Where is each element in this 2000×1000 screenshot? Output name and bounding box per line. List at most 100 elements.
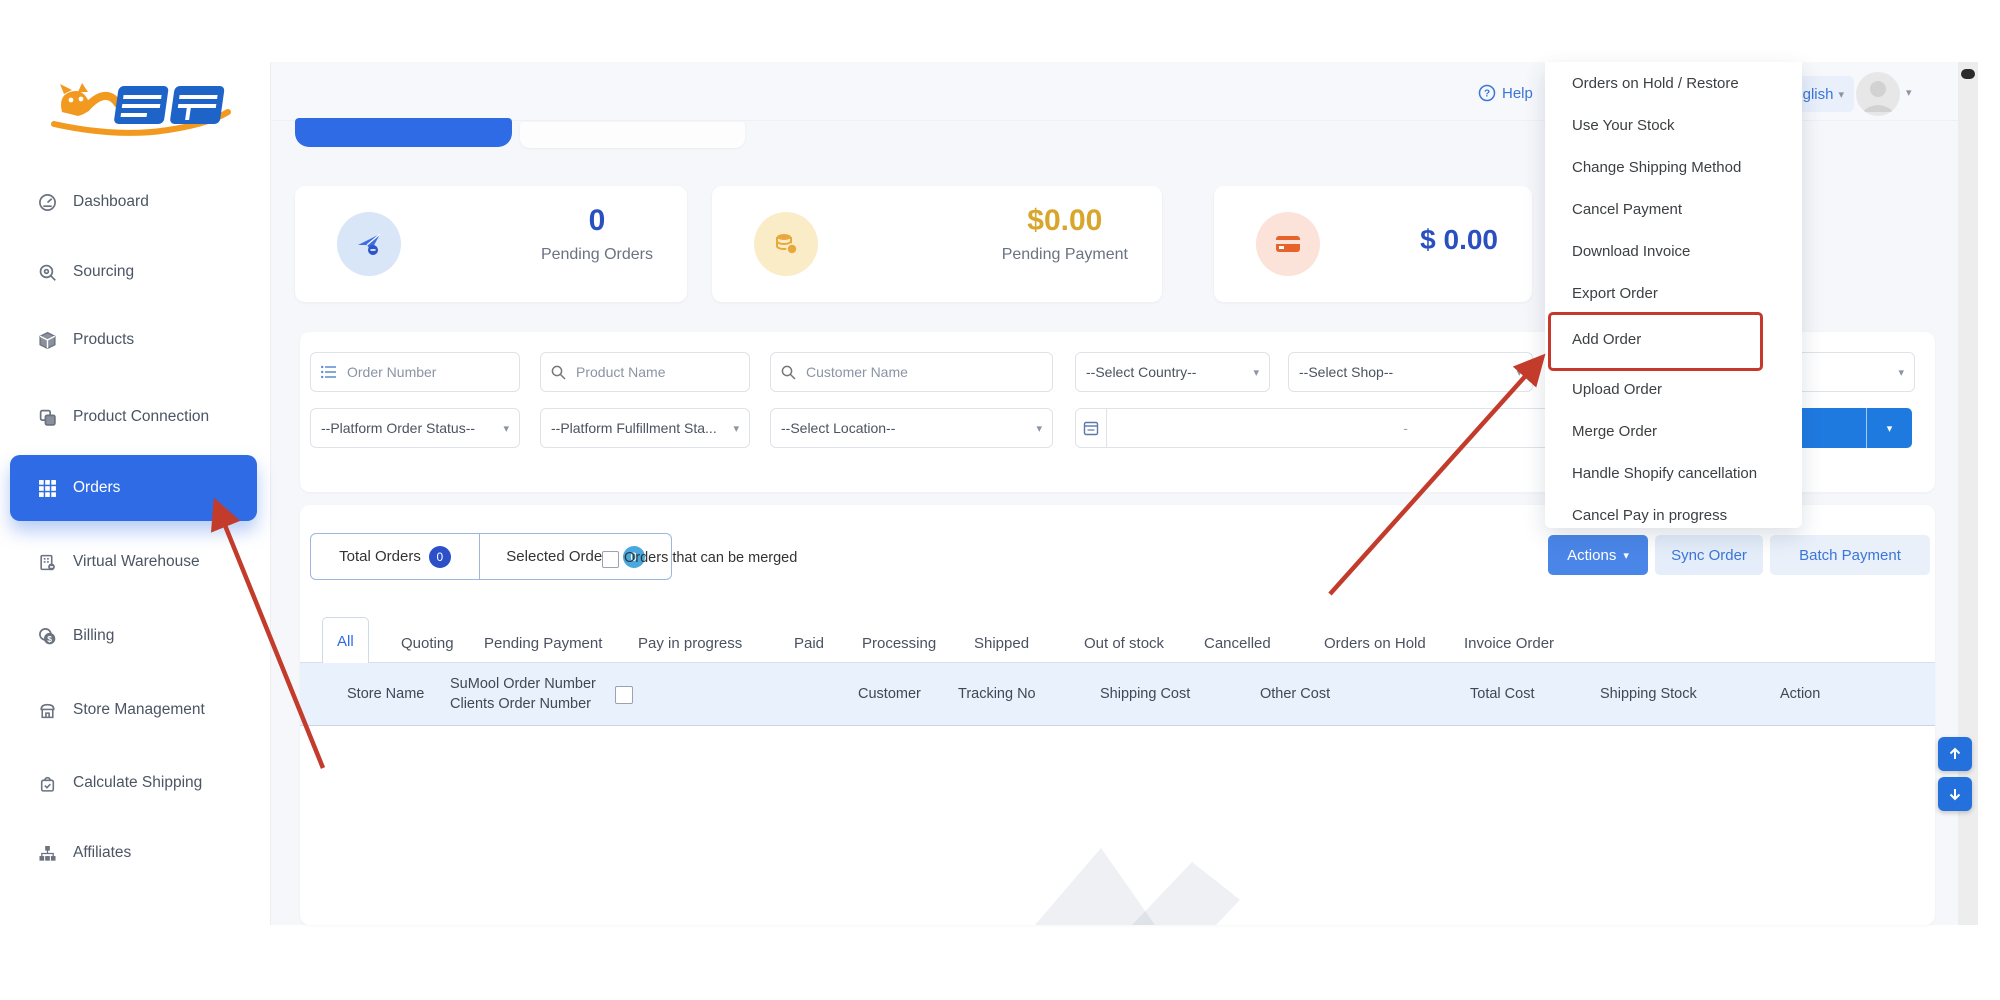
date-start-input[interactable] <box>1115 419 1395 437</box>
sidebar-item-affiliates[interactable]: Affiliates <box>0 831 270 875</box>
sync-order-button[interactable]: Sync Order <box>1655 535 1763 575</box>
order-number-field[interactable] <box>310 352 520 392</box>
partial-blue-tab[interactable] <box>295 118 512 147</box>
menu-item-cancel-payment[interactable]: Cancel Payment <box>1545 188 1802 230</box>
tab-label: Invoice Order <box>1464 635 1554 652</box>
arrow-down-icon <box>1948 787 1962 801</box>
total-orders-count-badge: 0 <box>429 546 451 568</box>
merge-orders-checkbox[interactable] <box>602 551 619 568</box>
menu-item-handle-shopify-cancellation[interactable]: Handle Shopify cancellation <box>1545 452 1802 494</box>
country-select[interactable]: --Select Country-- <box>1075 352 1270 392</box>
sidebar-item-billing[interactable]: $ Billing <box>0 614 270 658</box>
menu-item-change-shipping-method[interactable]: Change Shipping Method <box>1545 146 1802 188</box>
help-label: Help <box>1502 85 1533 102</box>
select-all-checkbox[interactable] <box>615 686 633 704</box>
menu-item-upload-order[interactable]: Upload Order <box>1545 368 1802 410</box>
scrollbar-thumb[interactable] <box>1961 69 1975 79</box>
tab-invoice-order[interactable]: Invoice Order <box>1458 624 1560 663</box>
tab-label: Pending Payment <box>484 635 602 652</box>
paper-plane-icon <box>337 212 401 276</box>
chevron-down-icon <box>503 422 509 435</box>
location-select-value: --Select Location-- <box>781 420 895 436</box>
sidebar-item-dashboard[interactable]: Dashboard <box>0 180 270 224</box>
menu-item-use-your-stock[interactable]: Use Your Stock <box>1545 104 1802 146</box>
sourcing-icon <box>38 263 57 282</box>
merge-orders-label: Orders that can be merged <box>624 550 797 566</box>
help-link[interactable]: ? Help <box>1478 84 1533 102</box>
actions-button[interactable]: Actions <box>1548 535 1648 575</box>
customer-name-field[interactable] <box>770 352 1053 392</box>
customer-name-input[interactable] <box>804 363 1042 381</box>
total-orders-label: Total Orders <box>339 548 421 565</box>
shop-select-value: --Select Shop-- <box>1299 364 1393 380</box>
product-name-input[interactable] <box>574 363 739 381</box>
product-connection-icon <box>38 408 57 427</box>
order-number-input[interactable] <box>345 363 509 381</box>
orders-icon <box>38 479 57 498</box>
question-circle-icon: ? <box>1478 84 1496 102</box>
tab-label: Out of stock <box>1084 635 1164 652</box>
pending-orders-card: 0 Pending Orders <box>295 186 687 302</box>
scroll-bottom-button[interactable] <box>1938 777 1972 811</box>
tab-quoting[interactable]: Quoting <box>395 624 460 663</box>
menu-item-add-order[interactable]: Add Order <box>1545 318 1802 360</box>
tab-label: Orders on Hold <box>1324 635 1426 652</box>
svg-text:?: ? <box>1484 89 1490 100</box>
sidebar-item-label: Billing <box>73 627 114 645</box>
tab-cancelled[interactable]: Cancelled <box>1198 624 1277 663</box>
platform-order-status-select[interactable]: --Platform Order Status-- <box>310 408 520 448</box>
platform-fulfillment-select[interactable]: --Platform Fulfillment Sta... <box>540 408 750 448</box>
scroll-top-button[interactable] <box>1938 737 1972 771</box>
menu-item-orders-on-hold-restore[interactable]: Orders on Hold / Restore <box>1545 62 1802 104</box>
sidebar-item-label: Dashboard <box>73 193 149 211</box>
tab-shipped[interactable]: Shipped <box>968 624 1035 663</box>
col-customer: Customer <box>858 663 921 725</box>
tab-label: All <box>337 633 354 650</box>
shop-select[interactable]: --Select Shop-- <box>1288 352 1533 392</box>
sidebar-item-store-management[interactable]: Store Management <box>0 688 270 732</box>
product-name-field[interactable] <box>540 352 750 392</box>
tab-orders-on-hold[interactable]: Orders on Hold <box>1318 624 1432 663</box>
pending-payment-value: $0.00 <box>1002 204 1128 238</box>
tab-paid[interactable]: Paid <box>788 624 830 663</box>
avatar[interactable] <box>1856 72 1900 116</box>
search-dropdown-toggle[interactable] <box>1866 408 1912 448</box>
pending-orders-value: 0 <box>541 204 653 238</box>
sidebar-item-label: Virtual Warehouse <box>73 553 200 571</box>
tab-processing[interactable]: Processing <box>856 624 942 663</box>
products-icon <box>38 331 57 350</box>
sidebar-item-orders[interactable]: Orders <box>10 455 257 521</box>
sidebar-item-virtual-warehouse[interactable]: Virtual Warehouse <box>0 540 270 584</box>
chevron-down-icon <box>733 422 739 435</box>
platform-order-status-value: --Platform Order Status-- <box>321 420 475 436</box>
tab-pay-in-progress[interactable]: Pay in progress <box>632 624 748 663</box>
sidebar-item-products[interactable]: Products <box>0 318 270 362</box>
total-orders-tab[interactable]: Total Orders 0 <box>311 534 480 579</box>
account-chevron[interactable] <box>1906 84 1912 99</box>
menu-item-merge-order[interactable]: Merge Order <box>1545 410 1802 452</box>
sidebar-item-sourcing[interactable]: Sourcing <box>0 250 270 294</box>
col-order-number: SuMool Order Number Clients Order Number <box>450 663 596 725</box>
tab-all[interactable]: All <box>322 617 369 664</box>
calendar-icon <box>1076 408 1107 448</box>
menu-item-cancel-pay-in-progress[interactable]: Cancel Pay in progress <box>1545 494 1802 536</box>
partial-white-tab[interactable] <box>520 122 745 148</box>
calculate-shipping-icon <box>38 774 57 793</box>
tab-out-of-stock[interactable]: Out of stock <box>1078 624 1170 663</box>
search-icon <box>781 365 796 380</box>
location-select[interactable]: --Select Location-- <box>770 408 1053 448</box>
sidebar-item-calculate-shipping[interactable]: Calculate Shipping <box>0 761 270 805</box>
app-logo <box>48 78 233 140</box>
sidebar-item-label: Calculate Shipping <box>73 774 202 792</box>
col-shipping-cost: Shipping Cost <box>1100 663 1190 725</box>
chevron-down-icon <box>1838 88 1844 101</box>
tab-pending-payment[interactable]: Pending Payment <box>478 624 608 663</box>
batch-payment-button[interactable]: Batch Payment <box>1770 535 1930 575</box>
sidebar-item-product-connection[interactable]: Product Connection <box>0 395 270 439</box>
menu-item-export-order[interactable]: Export Order <box>1545 272 1802 314</box>
coins-icon <box>754 212 818 276</box>
col-other-cost: Other Cost <box>1260 663 1330 725</box>
menu-item-download-invoice[interactable]: Download Invoice <box>1545 230 1802 272</box>
chevron-down-icon <box>1516 366 1522 379</box>
arrow-up-icon <box>1948 747 1962 761</box>
